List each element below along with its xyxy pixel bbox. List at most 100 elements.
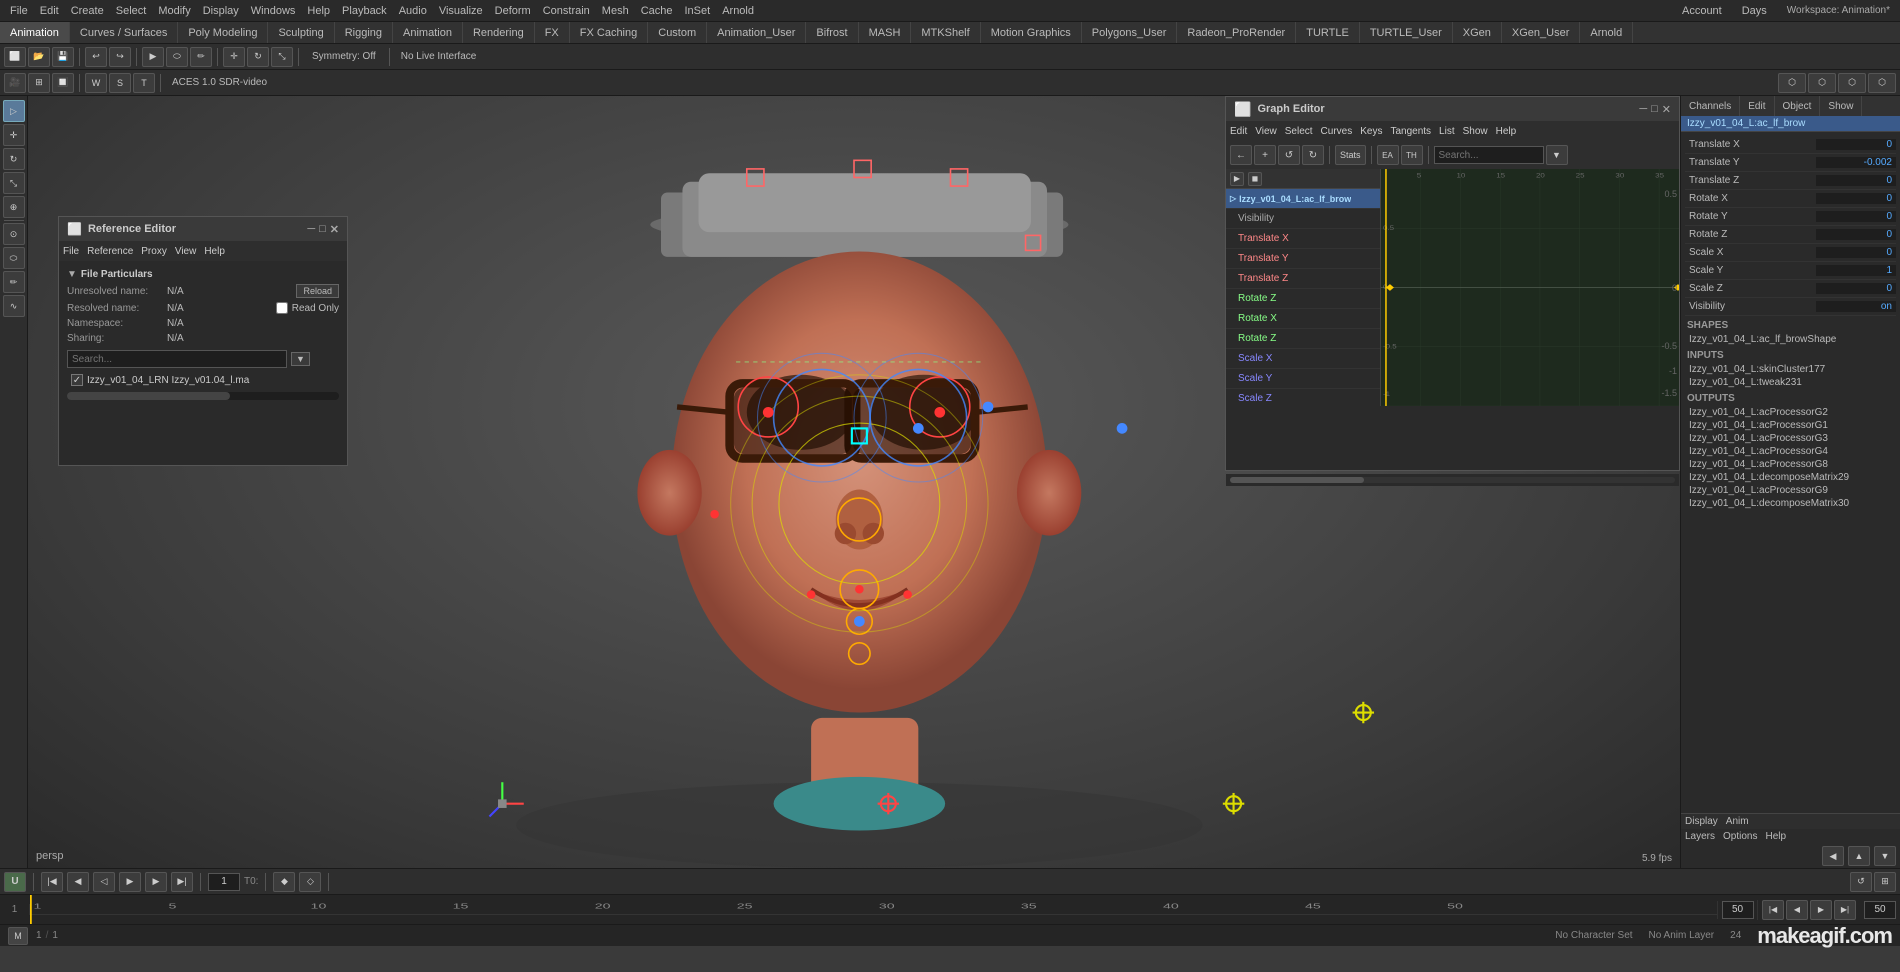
rp-shape-item[interactable]: Izzy_v01_04_L:ac_lf_browShape — [1685, 333, 1896, 346]
tool-select[interactable]: ▷ — [3, 100, 25, 122]
pb-play-fwd[interactable]: ▶ — [119, 872, 141, 892]
menu-display[interactable]: Display — [197, 5, 245, 17]
rp-tx-input[interactable] — [1816, 139, 1896, 150]
rp-out-6[interactable]: Izzy_v01_04_L:decomposeMatrix29 — [1685, 471, 1896, 484]
re-titlebar[interactable]: ⬜ Reference Editor ─ □ ✕ — [59, 217, 347, 241]
menu-windows[interactable]: Windows — [245, 5, 302, 17]
tb-lasso[interactable]: ⬭ — [166, 47, 188, 67]
pb-prev-frame[interactable]: ◀ — [67, 872, 89, 892]
rp-display-tab[interactable]: Display — [1685, 816, 1718, 827]
pb-U[interactable]: U — [4, 872, 26, 892]
tool-lasso[interactable]: ⬭ — [3, 247, 25, 269]
ge-ch-rx[interactable]: Rotate X — [1226, 309, 1380, 329]
tab-custom[interactable]: Custom — [648, 22, 707, 43]
menu-create[interactable]: Create — [65, 5, 110, 17]
tab-bifrost[interactable]: Bifrost — [806, 22, 858, 43]
rp-tab-channels[interactable]: Channels — [1681, 96, 1740, 116]
account-label[interactable]: Account — [1676, 5, 1728, 17]
re-menu-view[interactable]: View — [175, 246, 197, 257]
tab-radeon[interactable]: Radeon_ProRender — [1177, 22, 1296, 43]
menu-deform[interactable]: Deform — [489, 5, 537, 17]
menu-mesh[interactable]: Mesh — [596, 5, 635, 17]
tb2-r3[interactable]: ⬡ — [1838, 73, 1866, 93]
menu-constrain[interactable]: Constrain — [537, 5, 596, 17]
rp-sy-input[interactable] — [1816, 265, 1896, 276]
days-label[interactable]: Days — [1736, 5, 1773, 17]
pb-loop[interactable]: ↺ — [1850, 872, 1872, 892]
tab-curves-surfaces[interactable]: Curves / Surfaces — [70, 22, 178, 43]
ge-titlebar[interactable]: ⬜ Graph Editor ─ □ ✕ — [1226, 97, 1679, 121]
ge-ch-sx[interactable]: Scale X — [1226, 349, 1380, 369]
ge-minimize[interactable]: ─ — [1639, 103, 1647, 116]
re-readonly-check[interactable] — [276, 302, 288, 314]
rp-out-7[interactable]: Izzy_v01_04_L:acProcessorG9 — [1685, 484, 1896, 497]
menu-edit[interactable]: Edit — [34, 5, 65, 17]
menu-help[interactable]: Help — [301, 5, 336, 17]
tab-rendering[interactable]: Rendering — [463, 22, 535, 43]
pb-snap[interactable]: ⊞ — [1874, 872, 1896, 892]
tool-rotate[interactable]: ↻ — [3, 148, 25, 170]
tab-xgen-user[interactable]: XGen_User — [1502, 22, 1580, 43]
rp-out-2[interactable]: Izzy_v01_04_L:acProcessorG1 — [1685, 419, 1896, 432]
tl-prev-key[interactable]: |◀ — [1762, 900, 1784, 920]
timeline-track[interactable]: 1 5 10 15 20 25 30 35 40 45 50 — [30, 895, 1717, 924]
tb-new[interactable]: ⬜ — [4, 47, 26, 67]
tab-arnold[interactable]: Arnold — [1580, 22, 1633, 43]
ge-tb2[interactable]: + — [1254, 145, 1276, 165]
ge-stats[interactable]: Stats — [1335, 145, 1366, 165]
ge-ch-sy[interactable]: Scale Y — [1226, 369, 1380, 389]
tab-motion-graphics[interactable]: Motion Graphics — [981, 22, 1082, 43]
tl-next[interactable]: ▶ — [1810, 900, 1832, 920]
ge-tb4[interactable]: ↻ — [1302, 145, 1324, 165]
tool-paint[interactable]: ✏ — [3, 271, 25, 293]
ge-ch-icon2[interactable]: ◼ — [1248, 172, 1262, 186]
ge-ch-icon1[interactable]: ▶ — [1230, 172, 1244, 186]
tab-poly-modeling[interactable]: Poly Modeling — [178, 22, 268, 43]
re-maximize[interactable]: □ — [319, 223, 326, 236]
tb-scale[interactable]: ⤡ — [271, 47, 293, 67]
ge-ch-tx[interactable]: Translate X — [1226, 229, 1380, 249]
rp-sz-input[interactable] — [1816, 283, 1896, 294]
ge-search-btn[interactable]: ▼ — [1546, 145, 1568, 165]
ge-graph-area[interactable]: 0.5 0 -0.5 -1 5 10 15 20 25 30 35 — [1381, 169, 1679, 406]
tb-redo[interactable]: ↪ — [109, 47, 131, 67]
tab-xgen[interactable]: XGen — [1453, 22, 1502, 43]
rp-vis-input[interactable] — [1816, 301, 1896, 312]
tab-animation-user[interactable]: Animation_User — [707, 22, 806, 43]
re-item-check[interactable]: ✓ — [71, 374, 83, 386]
tool-transform[interactable]: ⊕ — [3, 196, 25, 218]
tb2-cam[interactable]: 🎥 — [4, 73, 26, 93]
tool-crease[interactable]: ∿ — [3, 295, 25, 317]
tl-prev[interactable]: ◀ — [1786, 900, 1808, 920]
tb2-snap[interactable]: 🔲 — [52, 73, 74, 93]
tab-sculpting[interactable]: Sculpting — [268, 22, 334, 43]
ge-mode2[interactable]: TH — [1401, 145, 1423, 165]
tb2-r1[interactable]: ⬡ — [1778, 73, 1806, 93]
pb-prev-key[interactable]: |◀ — [41, 872, 63, 892]
rp-scroll-down[interactable]: ▼ — [1874, 846, 1896, 866]
tab-animation[interactable]: Animation — [0, 22, 70, 43]
rp-options[interactable]: Options — [1723, 831, 1757, 842]
rp-tab-object[interactable]: Object — [1775, 96, 1821, 116]
ge-ch-tz[interactable]: Translate Z — [1226, 269, 1380, 289]
ge-channel-root[interactable]: ▷ Izzy_v01_04_L:ac_lf_brow — [1226, 189, 1380, 209]
menu-file[interactable]: File — [4, 5, 34, 17]
re-reload-btn[interactable]: Reload — [296, 284, 339, 298]
rp-rx-input[interactable] — [1816, 193, 1896, 204]
rp-tz-input[interactable] — [1816, 175, 1896, 186]
ge-ch-ty[interactable]: Translate Y — [1226, 249, 1380, 269]
tab-turtle-user[interactable]: TURTLE_User — [1360, 22, 1453, 43]
tb2-r4[interactable]: ⬡ — [1868, 73, 1896, 93]
pb-next-key[interactable]: ▶| — [171, 872, 193, 892]
tb2-wire[interactable]: W — [85, 73, 107, 93]
re-close[interactable]: ✕ — [330, 223, 339, 236]
ge-search-input[interactable] — [1434, 146, 1544, 164]
re-list-item[interactable]: ✓ Izzy_v01_04_LRN Izzy_v01.04_l.ma — [67, 372, 339, 388]
pb-frame-input[interactable] — [208, 873, 240, 891]
rp-ty-input[interactable] — [1816, 157, 1896, 168]
tab-rigging[interactable]: Rigging — [335, 22, 393, 43]
pb-play-back[interactable]: ◁ — [93, 872, 115, 892]
tab-polygons-user[interactable]: Polygons_User — [1082, 22, 1178, 43]
tab-fx-caching[interactable]: FX Caching — [570, 22, 648, 43]
rp-scroll-up[interactable]: ▲ — [1848, 846, 1870, 866]
